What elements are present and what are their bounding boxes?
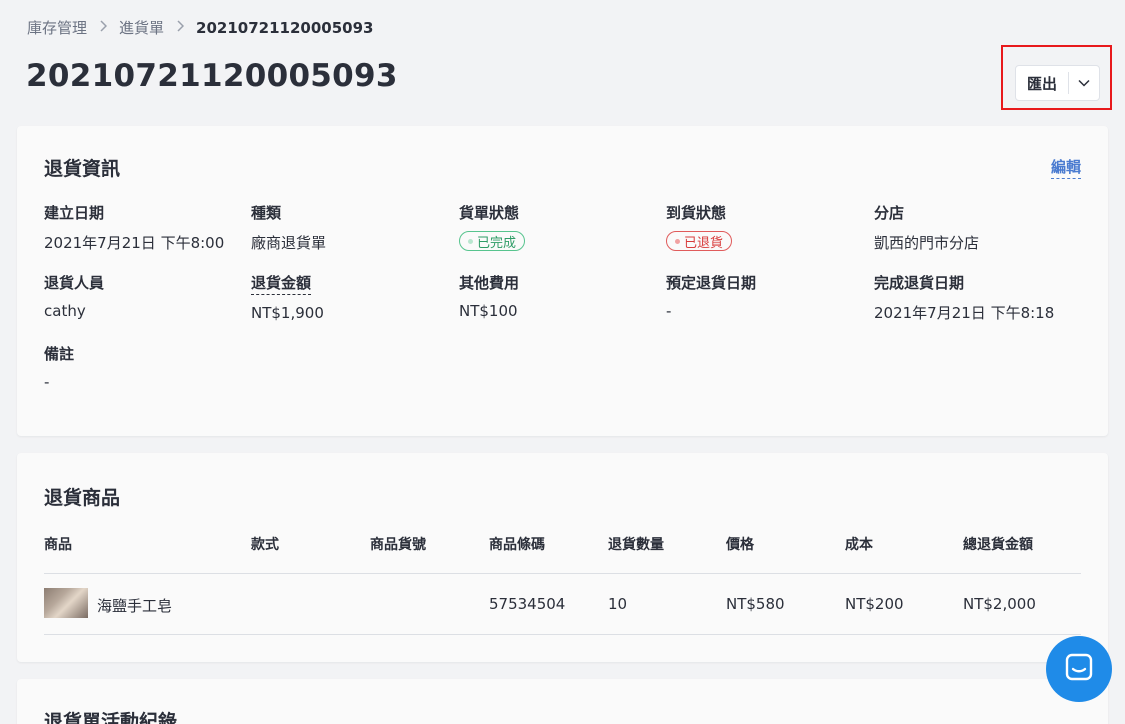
column-header-barcode: 商品條碼 — [489, 537, 545, 553]
return-info-title: 退貨資訊 — [44, 158, 121, 180]
product-thumbnail — [44, 588, 88, 618]
field-return-amount: 退貨金額 NT$1,900 — [251, 272, 451, 322]
field-label: 退貨人員 — [44, 274, 105, 292]
chat-icon — [1064, 652, 1094, 686]
field-label: 種類 — [251, 204, 282, 222]
field-staff: 退貨人員 cathy — [44, 272, 244, 320]
field-label: 完成退貨日期 — [874, 274, 965, 292]
export-button[interactable]: 匯出 — [1015, 65, 1100, 101]
field-type: 種類 廠商退貨單 — [251, 202, 451, 253]
return-info-card: 退貨資訊 編輯 建立日期 2021年7月21日 下午8:00 種類 廠商退貨單 … — [17, 126, 1108, 436]
chevron-right-icon — [176, 19, 185, 36]
page-title: 20210721120005093 — [26, 58, 398, 94]
field-label: 貨單狀態 — [459, 204, 520, 222]
field-value: 凱西的門市分店 — [874, 234, 980, 252]
table-divider — [44, 573, 1081, 574]
field-label: 預定退貨日期 — [666, 274, 757, 292]
field-label: 到貨狀態 — [666, 204, 727, 222]
cell-product[interactable]: 海鹽手工皂 — [97, 595, 172, 616]
column-header-total: 總退貨金額 — [963, 537, 1033, 553]
field-note: 備註 - — [44, 343, 244, 391]
chevron-right-icon — [99, 19, 108, 36]
cell-total: NT$2,000 — [963, 595, 1036, 613]
status-dot-icon — [675, 238, 680, 244]
field-value: 2021年7月21日 下午8:00 — [44, 234, 225, 252]
cell-barcode: 57534504 — [489, 595, 566, 613]
breadcrumb: 庫存管理 進貨單 20210721120005093 — [27, 17, 373, 38]
field-value: NT$1,900 — [251, 304, 324, 322]
column-header-sku: 商品貨號 — [370, 537, 426, 553]
status-badge-label: 已完成 — [477, 235, 517, 251]
table-divider — [44, 634, 1081, 635]
field-value: cathy — [44, 302, 86, 320]
breadcrumb-current: 20210721120005093 — [196, 18, 374, 37]
field-label: 備註 — [44, 345, 75, 363]
return-items-card: 退貨商品 商品 款式 商品貨號 商品條碼 退貨數量 價格 成本 總退貨金額 海鹽… — [17, 453, 1108, 662]
export-highlight-box: 匯出 — [1001, 45, 1112, 110]
column-header-variant: 款式 — [251, 537, 279, 553]
chat-launcher-button[interactable] — [1046, 636, 1112, 702]
field-value: NT$100 — [459, 302, 518, 320]
activity-card: 退貨單活動紀錄 — [17, 679, 1108, 724]
field-order-status: 貨單狀態 已完成 — [459, 202, 659, 251]
field-scheduled-date: 預定退貨日期 - — [666, 272, 866, 320]
status-badge-label: 已退貨 — [684, 235, 724, 251]
status-badge-completed: 已完成 — [459, 231, 526, 251]
export-button-label: 匯出 — [1026, 74, 1057, 93]
column-header-qty: 退貨數量 — [608, 537, 664, 553]
column-header-cost: 成本 — [845, 537, 873, 553]
cell-price: NT$580 — [726, 595, 785, 613]
status-badge-returned: 已退貨 — [666, 231, 733, 251]
field-label: 分店 — [874, 204, 905, 222]
field-created-date: 建立日期 2021年7月21日 下午8:00 — [44, 202, 244, 253]
field-arrival-status: 到貨狀態 已退貨 — [666, 202, 866, 251]
cell-cost: NT$200 — [845, 595, 904, 613]
return-items-title: 退貨商品 — [44, 487, 121, 509]
activity-title: 退貨單活動紀錄 — [44, 711, 178, 724]
field-completed-date: 完成退貨日期 2021年7月21日 下午8:18 — [874, 272, 1074, 323]
breadcrumb-inventory[interactable]: 庫存管理 — [27, 17, 87, 38]
column-header-product: 商品 — [44, 537, 72, 553]
field-value: - — [44, 373, 50, 391]
field-other-fee: 其他費用 NT$100 — [459, 272, 659, 320]
chevron-down-icon[interactable] — [1069, 79, 1099, 87]
field-label: 建立日期 — [44, 204, 105, 222]
cell-qty: 10 — [608, 595, 628, 613]
field-branch: 分店 凱西的門市分店 — [874, 202, 1074, 253]
field-value: 廠商退貨單 — [251, 234, 327, 252]
column-header-price: 價格 — [726, 537, 754, 553]
field-label-tooltip[interactable]: 退貨金額 — [251, 272, 312, 295]
edit-link[interactable]: 編輯 — [1050, 156, 1081, 179]
breadcrumb-purchase-orders[interactable]: 進貨單 — [119, 17, 164, 38]
field-value: 2021年7月21日 下午8:18 — [874, 304, 1055, 322]
field-value: - — [666, 302, 672, 320]
status-dot-icon — [468, 238, 473, 244]
field-label: 其他費用 — [459, 274, 520, 292]
